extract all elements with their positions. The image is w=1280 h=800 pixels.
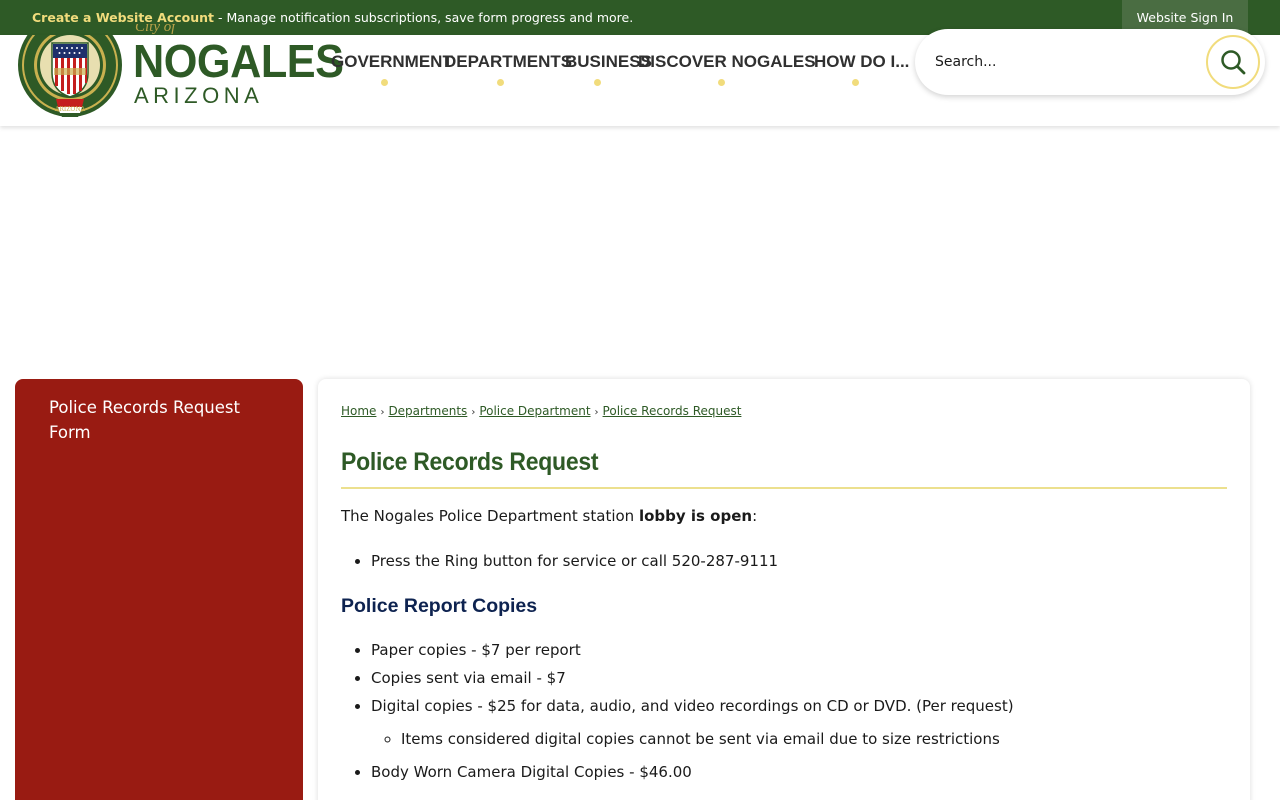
- notification-text: - Manage notification subscriptions, sav…: [214, 10, 634, 25]
- main-content: Home › Departments › Police Department › Polic…: [318, 379, 1250, 800]
- intro-colon: :: [752, 507, 758, 525]
- logo-state: ARIZONA: [134, 83, 264, 108]
- intro-text: The Nogales Police Department station: [341, 507, 639, 525]
- nav-indicator-dot: [497, 79, 504, 86]
- svg-text:ARIZONA: ARIZONA: [54, 106, 86, 113]
- nav-departments[interactable]: DEPARTMENTS: [444, 53, 572, 70]
- list-item-text: Digital copies - $25 for data, audio, an…: [371, 697, 1014, 715]
- breadcrumb-separator: ›: [594, 407, 599, 418]
- copies-list: Paper copies - $7 per report Copies sent…: [371, 636, 1014, 786]
- breadcrumb-police-department[interactable]: Police Department: [479, 404, 590, 418]
- list-item: Press the Ring button for service or cal…: [371, 547, 778, 575]
- city-seal-icon[interactable]: ARIZONA: [16, 35, 125, 117]
- page-title: Police Records Request: [341, 448, 599, 476]
- notification-message: Create a Website Account - Manage notifi…: [32, 10, 633, 25]
- section-heading-report-copies: Police Report Copies: [341, 595, 538, 617]
- search-box: [915, 29, 1265, 95]
- nav-how-do-i[interactable]: HOW DO I...: [814, 53, 909, 70]
- sub-list-item: Items considered digital copies cannot b…: [401, 730, 1014, 748]
- intro-paragraph: The Nogales Police Department station lo…: [341, 507, 757, 525]
- nav-indicator-dot: [852, 79, 859, 86]
- nav-indicator-dot: [594, 79, 601, 86]
- intro-list: Press the Ring button for service or cal…: [371, 547, 778, 575]
- breadcrumb-home[interactable]: Home: [341, 404, 376, 418]
- list-item: Digital copies - $25 for data, audio, an…: [371, 692, 1014, 748]
- sidebar: Police Records Request Form: [15, 379, 303, 800]
- sidebar-item-police-records-request-form[interactable]: Police Records Request Form: [49, 395, 269, 445]
- breadcrumb-separator: ›: [380, 407, 385, 418]
- nav-indicator-dot: [718, 79, 725, 86]
- sub-list: Items considered digital copies cannot b…: [401, 730, 1014, 748]
- search-button[interactable]: [1206, 35, 1260, 89]
- title-divider: [341, 487, 1227, 489]
- breadcrumb: Home › Departments › Police Department › Polic…: [341, 404, 741, 418]
- nav-indicator-dot: [381, 79, 388, 86]
- nav-discover-nogales[interactable]: DISCOVER NOGALES: [638, 53, 816, 70]
- list-item: Copies sent via email - $7: [371, 664, 1014, 692]
- search-input[interactable]: [935, 50, 1195, 74]
- breadcrumb-police-records-request[interactable]: Police Records Request: [603, 404, 742, 418]
- list-item: Paper copies - $7 per report: [371, 636, 1014, 664]
- intro-bold-text: lobby is open: [638, 507, 753, 525]
- search-icon: [1221, 50, 1246, 75]
- breadcrumb-separator: ›: [471, 407, 476, 418]
- create-account-link[interactable]: Create a Website Account: [32, 10, 214, 25]
- logo-name[interactable]: NOGALES: [133, 38, 344, 84]
- breadcrumb-departments[interactable]: Departments: [388, 404, 467, 418]
- list-item: Body Worn Camera Digital Copies - $46.00: [371, 758, 1014, 786]
- nav-government[interactable]: GOVERNMENT: [331, 53, 453, 70]
